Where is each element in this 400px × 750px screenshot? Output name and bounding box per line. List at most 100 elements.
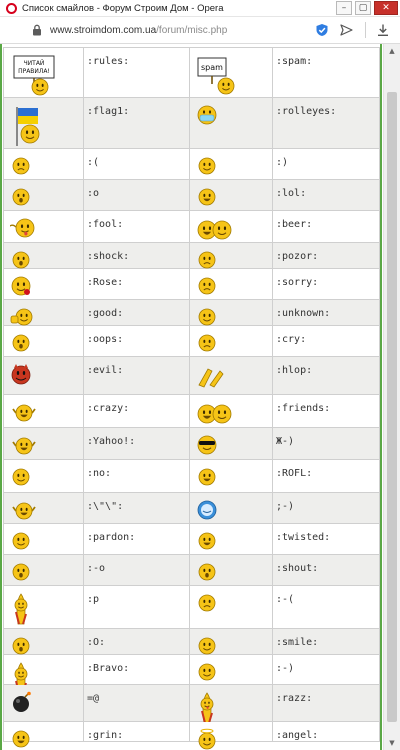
smiley-image-cell: ЧИТАЙ ПРАВИЛА!: [3, 47, 84, 98]
minimize-button[interactable]: –: [336, 1, 352, 15]
smiley-code: ;-): [276, 501, 295, 512]
smiley-code: :\"\":: [87, 501, 124, 512]
address-bar[interactable]: www.stroimdom.com.ua/forum/misc.php: [0, 17, 400, 44]
url-path: /forum/misc.php: [156, 24, 228, 36]
smiley-code: :-): [276, 663, 295, 674]
smiley-image-cell: [189, 628, 273, 655]
smiley-code: :-o: [87, 563, 106, 574]
smiley-code: :angel:: [276, 730, 319, 741]
smiley-code: :crazy:: [87, 403, 130, 414]
smiley-code-cell: :\"\":: [83, 492, 190, 524]
lock-icon[interactable]: [30, 23, 44, 37]
smiley-code: :pozor:: [276, 251, 319, 262]
smiley-code: :cry:: [276, 334, 307, 345]
smiley-code-cell: :pozor:: [272, 242, 380, 269]
smiley-image-cell: [3, 654, 84, 694]
smiley-code-cell: :unknown:: [272, 299, 380, 326]
smiley-code-cell: :-o: [83, 554, 190, 586]
smiley-code: :lol:: [276, 188, 307, 199]
maximize-button[interactable]: ▢: [355, 1, 371, 15]
smiley-row: :o :lol:: [3, 179, 380, 211]
smiley-image-cell: [3, 459, 84, 493]
smiley-image-cell: [189, 492, 273, 524]
smiley-code: :grin:: [87, 730, 124, 741]
smiley-code-cell: :Rose:: [83, 268, 190, 300]
smiley-code-cell: :): [272, 148, 380, 180]
smiley-code: :): [276, 157, 289, 168]
smiley-image-cell: [3, 585, 84, 629]
smiley-code-cell: :Bravo:: [83, 654, 190, 685]
smiley-code-cell: :twisted:: [272, 523, 380, 555]
smiley-image-cell: [189, 721, 273, 750]
send-icon[interactable]: [339, 23, 353, 37]
smiley-image-cell: [3, 628, 84, 655]
page-frame-left: [0, 44, 2, 750]
smiley-image-cell: [3, 394, 84, 428]
smiley-code: :rules:: [87, 56, 130, 67]
smiley-image-cell: [3, 554, 84, 586]
smiley-code-cell: :oops:: [83, 325, 190, 357]
scroll-thumb[interactable]: [387, 92, 397, 722]
smiley-image-cell: [3, 242, 84, 269]
svg-text:spam: spam: [201, 63, 223, 72]
smiley-image-cell: [3, 356, 84, 395]
smiley-code: :O:: [87, 637, 106, 648]
smiley-row: =@ :razz:: [3, 684, 380, 724]
smiley-code-cell: :p: [83, 585, 190, 629]
smiley-code-cell: :(: [83, 148, 190, 180]
toolbar-divider: [365, 22, 366, 38]
smiley-code: :evil:: [87, 365, 124, 376]
smiley-row: :Bravo: :-): [3, 654, 380, 694]
smiley-code-cell: :ROFL:: [272, 459, 380, 493]
url-host: www.stroimdom.com.ua: [50, 24, 157, 36]
smiley-code: :razz:: [276, 693, 313, 704]
smiley-image-cell: [3, 268, 84, 300]
smiley-code-cell: :cry:: [272, 325, 380, 357]
smiley-row: :no: :ROFL:: [3, 459, 380, 493]
smiley-image-cell: [3, 492, 84, 524]
smiley-code: =@: [87, 693, 100, 704]
smiley-code-cell: :good:: [83, 299, 190, 326]
scroll-up-arrow-icon[interactable]: ▲: [384, 44, 400, 58]
close-button[interactable]: ✕: [374, 1, 398, 15]
smiley-image-cell: [189, 654, 273, 685]
smiley-code-cell: :hlop:: [272, 356, 380, 395]
smiley-code-cell: :O:: [83, 628, 190, 655]
smiley-code: :shock:: [87, 251, 130, 262]
smiley-row: :-o :shout:: [3, 554, 380, 586]
smiley-row: ЧИТАЙ ПРАВИЛА! :rules: spam :spam:: [3, 47, 380, 98]
download-icon[interactable]: [376, 23, 390, 37]
svg-text:ПРАВИЛА!: ПРАВИЛА!: [18, 68, 50, 75]
smiley-image-cell: [189, 356, 273, 395]
smiley-code-cell: Ж-): [272, 427, 380, 460]
smiley-code: :sorry:: [276, 277, 319, 288]
smiley-row: :Rose: :sorry:: [3, 268, 380, 300]
scroll-down-arrow-icon[interactable]: ▼: [384, 736, 400, 750]
smiley-image-cell: [3, 148, 84, 180]
smiley-row: :evil: :hlop:: [3, 356, 380, 395]
smiley-code-cell: :Yahoo!:: [83, 427, 190, 460]
smiley-image-cell: [3, 684, 84, 722]
smiley-image-cell: [189, 394, 273, 428]
smiley-image-cell: [189, 97, 273, 149]
smiley-code: :Bravo:: [87, 663, 130, 674]
opera-logo-icon: [6, 2, 17, 14]
smiley-row: :oops: :cry:: [3, 325, 380, 357]
smiley-row: :p :-(: [3, 585, 380, 629]
smiley-row: :flag1: :rolleyes:: [3, 97, 380, 149]
url-field[interactable]: www.stroimdom.com.ua/forum/misc.php: [50, 25, 315, 36]
smiley-code: :spam:: [276, 56, 313, 67]
smiley-code-cell: :rules:: [83, 47, 190, 98]
smiley-image-cell: [3, 179, 84, 211]
smiley-image-cell: [189, 242, 273, 269]
smiley-code-cell: :lol:: [272, 179, 380, 211]
svg-text:ЧИТАЙ: ЧИТАЙ: [24, 60, 45, 67]
smiley-code: :(: [87, 157, 100, 168]
vertical-scrollbar[interactable]: ▲ ▼: [383, 44, 400, 750]
shield-check-icon[interactable]: [315, 23, 329, 37]
smiley-code: :hlop:: [276, 365, 313, 376]
smiley-image-cell: [189, 148, 273, 180]
smiley-code-cell: :razz:: [272, 684, 380, 722]
smiley-code-cell: :-(: [272, 585, 380, 629]
smiley-code-cell: :evil:: [83, 356, 190, 395]
